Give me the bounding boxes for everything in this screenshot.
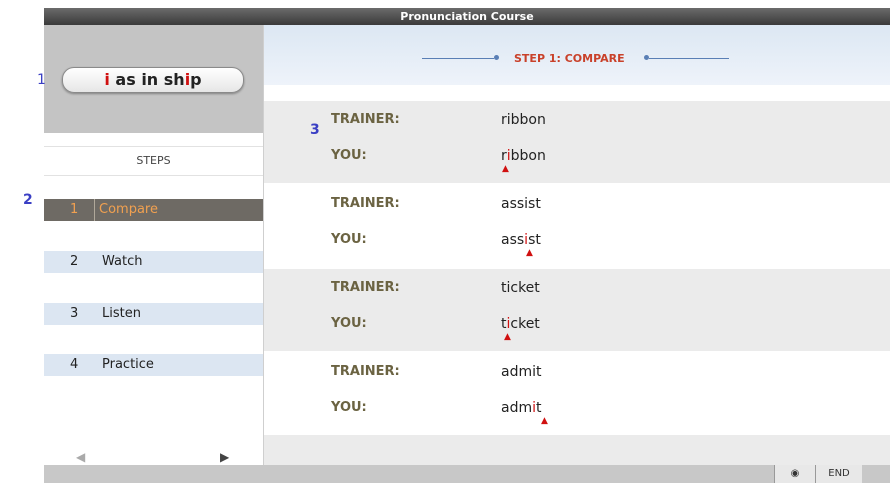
you-word[interactable]: ribbon bbox=[501, 148, 546, 164]
you-label: YOU: bbox=[331, 400, 367, 415]
trainer-word[interactable]: ribbon bbox=[501, 112, 546, 128]
steps-header: STEPS bbox=[44, 146, 263, 176]
step-title-number: STEP 1 bbox=[514, 52, 557, 65]
you-word[interactable]: assist bbox=[501, 232, 541, 248]
step-item-practice[interactable]: 4 Practice bbox=[44, 354, 263, 376]
panel-bottom bbox=[264, 435, 890, 465]
you-word[interactable]: admit bbox=[501, 400, 542, 416]
word-pair: TRAINER: ticket YOU: ticket ▲ bbox=[264, 269, 890, 351]
header-line-left bbox=[422, 58, 494, 59]
step-item-compare[interactable]: 1 Compare bbox=[44, 199, 263, 221]
step-label: Listen bbox=[102, 306, 141, 321]
step-number: 3 bbox=[70, 306, 79, 321]
sound-text-end: p bbox=[190, 70, 202, 89]
header-dot-left bbox=[494, 55, 499, 60]
window-title: Pronunciation Course bbox=[44, 8, 890, 25]
annotation-1: 1 bbox=[37, 72, 46, 88]
you-label: YOU: bbox=[331, 232, 367, 247]
step-title: STEP 1: COMPARE bbox=[514, 52, 625, 65]
step-item-listen[interactable]: 3 Listen bbox=[44, 303, 263, 325]
step-label: Watch bbox=[102, 254, 143, 269]
trainer-word[interactable]: assist bbox=[501, 196, 541, 212]
footer-bar: ◉ END bbox=[44, 465, 890, 483]
word-pair: TRAINER: admit YOU: admit ▲ bbox=[264, 353, 890, 435]
trainer-word[interactable]: admit bbox=[501, 364, 541, 380]
trainer-label: TRAINER: bbox=[331, 364, 400, 379]
sound-panel: i as in ship bbox=[44, 25, 263, 133]
pronunciation-app: Pronunciation Course i as in ship STEPS … bbox=[44, 8, 890, 483]
right-arrow-icon[interactable]: ▶ bbox=[220, 450, 229, 464]
globe-icon[interactable]: ◉ bbox=[774, 465, 815, 483]
trainer-label: TRAINER: bbox=[331, 112, 400, 127]
step-header: STEP 1: COMPARE bbox=[264, 25, 890, 85]
trainer-word[interactable]: ticket bbox=[501, 280, 540, 296]
step-number: 2 bbox=[70, 254, 79, 269]
you-label: YOU: bbox=[331, 148, 367, 163]
error-marker-icon: ▲ bbox=[526, 248, 533, 258]
step-item-watch[interactable]: 2 Watch bbox=[44, 251, 263, 273]
trainer-label: TRAINER: bbox=[331, 280, 400, 295]
word-pair: TRAINER: assist YOU: assist ▲ bbox=[264, 185, 890, 267]
header-line-right bbox=[649, 58, 729, 59]
you-word[interactable]: ticket bbox=[501, 316, 540, 332]
error-marker-icon: ▲ bbox=[541, 416, 548, 426]
annotation-3: 3 bbox=[310, 122, 320, 138]
trainer-label: TRAINER: bbox=[331, 196, 400, 211]
sound-text: as in sh bbox=[109, 70, 185, 89]
end-button[interactable]: END bbox=[815, 465, 862, 483]
step-number: 1 bbox=[70, 202, 79, 217]
word-pair: TRAINER: ribbon YOU: ribbon ▲ bbox=[264, 101, 890, 183]
step-label: Compare bbox=[94, 199, 158, 221]
you-label: YOU: bbox=[331, 316, 367, 331]
error-marker-icon: ▲ bbox=[504, 332, 511, 342]
error-marker-icon: ▲ bbox=[502, 164, 509, 174]
step-title-name: : COMPARE bbox=[556, 52, 625, 65]
sound-button[interactable]: i as in ship bbox=[62, 67, 244, 93]
step-number: 4 bbox=[70, 357, 79, 372]
left-arrow-icon[interactable]: ◀ bbox=[76, 450, 85, 464]
step-label: Practice bbox=[102, 357, 154, 372]
annotation-2: 2 bbox=[23, 192, 33, 208]
compare-panel: STEP 1: COMPARE TRAINER: ribbon YOU: rib… bbox=[264, 25, 890, 465]
sidebar: i as in ship STEPS 1 Compare 2 Watch 3 L… bbox=[44, 25, 264, 465]
